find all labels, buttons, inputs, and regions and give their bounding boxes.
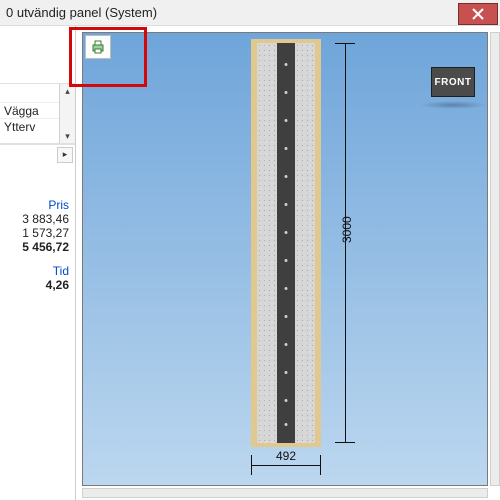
grid-hscroll-row: ▸ xyxy=(0,144,75,164)
body: Vägga Ytterv ▴ ▾ ▸ Pris 3 883,46 1 573,2… xyxy=(0,26,500,500)
dim-height-value: 3000 xyxy=(340,216,354,243)
close-button[interactable] xyxy=(458,3,498,25)
app-window: 0 utvändig panel (System) Vägga Ytterv ▴… xyxy=(0,0,500,500)
grid-row-2[interactable]: Ytterv xyxy=(0,118,59,134)
pris-label: Pris xyxy=(6,198,69,212)
pris-value-1: 3 883,46 xyxy=(6,212,69,226)
pris-total: 5 456,72 xyxy=(6,240,69,254)
viewcube-shadow xyxy=(419,101,487,109)
left-toolbar xyxy=(0,26,75,84)
figures-block: Pris 3 883,46 1 573,27 5 456,72 Tid 4,26 xyxy=(0,164,75,298)
titlebar: 0 utvändig panel (System) xyxy=(0,0,500,26)
left-pane: Vägga Ytterv ▴ ▾ ▸ Pris 3 883,46 1 573,2… xyxy=(0,26,76,500)
left-grid: Vägga Ytterv ▴ ▾ xyxy=(0,84,75,144)
viewport-wrap: FRONT 3000 xyxy=(76,26,500,500)
viewcube[interactable]: FRONT xyxy=(431,67,475,97)
dim-width-value: 492 xyxy=(251,449,321,463)
pris-value-2: 1 573,27 xyxy=(6,226,69,240)
viewport-vscroll[interactable] xyxy=(490,32,500,486)
viewport-hscroll[interactable] xyxy=(82,488,488,498)
window-title: 0 utvändig panel (System) xyxy=(6,5,157,20)
grid-row-1[interactable]: Vägga xyxy=(0,102,59,118)
printer-icon xyxy=(90,39,106,55)
dimension-width: 492 xyxy=(251,453,321,481)
viewport-3d[interactable]: FRONT 3000 xyxy=(82,32,488,486)
tid-value: 4,26 xyxy=(6,278,69,292)
panel-model[interactable] xyxy=(251,43,321,443)
grid-vscroll[interactable]: ▴ ▾ xyxy=(59,84,75,143)
scroll-down-icon[interactable]: ▾ xyxy=(61,129,75,143)
viewcube-face-label: FRONT xyxy=(435,77,472,88)
scroll-right-icon[interactable]: ▸ xyxy=(57,147,73,163)
close-icon xyxy=(472,8,484,20)
print-button[interactable] xyxy=(85,35,111,59)
scroll-up-icon[interactable]: ▴ xyxy=(61,84,75,98)
dimension-height: 3000 xyxy=(333,43,363,443)
tid-label: Tid xyxy=(6,264,69,278)
